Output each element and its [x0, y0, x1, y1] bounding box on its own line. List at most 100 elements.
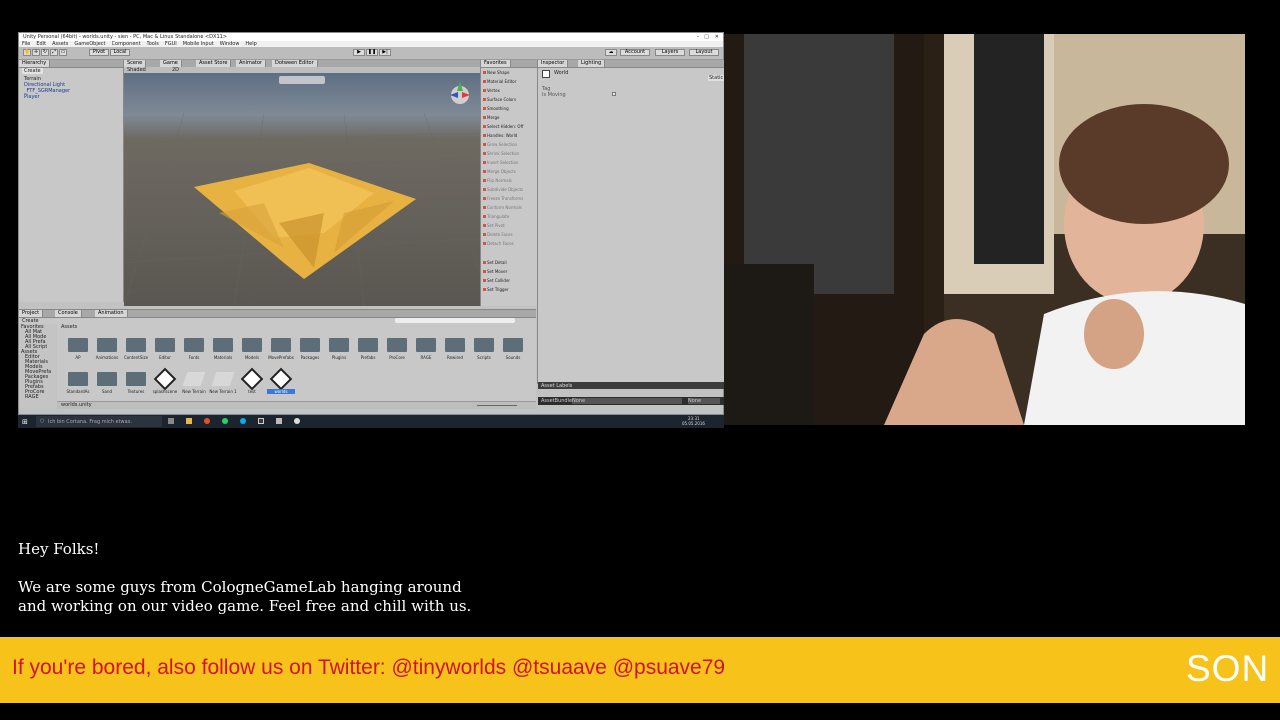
cloud-icon[interactable]: ☁	[605, 49, 617, 56]
is-moving-checkbox[interactable]	[612, 92, 616, 96]
unity-taskbar-icon[interactable]	[294, 418, 300, 424]
folder-icon[interactable]	[155, 338, 175, 352]
folder-icon[interactable]	[97, 372, 117, 386]
folder-icon[interactable]	[184, 338, 204, 352]
task-view-icon[interactable]	[168, 418, 174, 424]
unity-scene-icon[interactable]	[269, 367, 293, 391]
move-tool-icon[interactable]: ✛	[32, 49, 40, 56]
tab-asset-store[interactable]: Asset Store	[196, 60, 232, 67]
folder-icon[interactable]	[329, 338, 349, 352]
folder-icon[interactable]	[416, 338, 436, 352]
tool-item[interactable]: Set Trigger	[483, 286, 533, 294]
object-name[interactable]: World	[554, 70, 568, 76]
tab-game[interactable]: Game	[160, 60, 182, 67]
folder-icon[interactable]	[358, 338, 378, 352]
tool-item[interactable]: Smoothing	[483, 105, 533, 113]
tool-item[interactable]: Subdivide Objects	[483, 186, 533, 194]
clock-date[interactable]: 05.05.2016	[682, 421, 705, 426]
folder-icon[interactable]	[387, 338, 407, 352]
folder-icon[interactable]	[474, 338, 494, 352]
folder-icon[interactable]	[445, 338, 465, 352]
tab-animator[interactable]: Animator	[236, 60, 266, 67]
hierarchy-create-button[interactable]: Create	[22, 68, 43, 74]
static-checkbox[interactable]: Static	[708, 75, 725, 81]
step-button[interactable]: ▶|	[379, 49, 391, 56]
tab-favorites[interactable]: Favorites	[481, 60, 511, 67]
folder-icon[interactable]	[68, 338, 88, 352]
maximize-icon[interactable]: □	[704, 34, 709, 40]
tool-item[interactable]: Merge Objects	[483, 168, 533, 176]
layers-dropdown[interactable]: Layers	[655, 49, 685, 56]
tab-lighting[interactable]: Lighting	[578, 60, 606, 67]
unity-scene-icon[interactable]	[240, 367, 264, 391]
folder-icon[interactable]	[213, 338, 233, 352]
tab-scene[interactable]: Scene	[124, 60, 147, 67]
tree-item[interactable]: RAGE	[25, 394, 39, 400]
tool-item[interactable]: Flip Normals	[483, 177, 533, 185]
skype-icon[interactable]	[240, 418, 246, 424]
assetbundle-dropdown[interactable]: None	[572, 398, 682, 404]
app-icon[interactable]	[258, 418, 264, 424]
app-icon[interactable]	[276, 418, 282, 424]
unity-scene-icon[interactable]	[153, 367, 177, 391]
whatsapp-icon[interactable]	[222, 418, 228, 424]
terrain-asset-icon[interactable]	[182, 372, 206, 386]
tool-item[interactable]: Select Hidden: Off	[483, 123, 533, 131]
folder-icon[interactable]	[271, 338, 291, 352]
terrain-asset-icon[interactable]	[211, 372, 235, 386]
tool-item[interactable]: Grow Selection	[483, 141, 533, 149]
tool-item[interactable]: Triangulate	[483, 213, 533, 221]
project-search-input[interactable]	[395, 318, 515, 323]
windows-start-icon[interactable]: ⊞	[22, 418, 28, 426]
folder-icon[interactable]	[126, 372, 146, 386]
rect-tool-icon[interactable]: ▭	[59, 49, 67, 56]
hierarchy-item[interactable]: Player	[24, 94, 40, 100]
local-toggle[interactable]: Local	[110, 49, 130, 56]
file-explorer-icon[interactable]	[186, 418, 192, 424]
pause-button[interactable]: ❚❚	[366, 49, 378, 56]
folder-icon[interactable]	[300, 338, 320, 352]
scale-tool-icon[interactable]: ⤢	[50, 49, 58, 56]
tool-item[interactable]: Delete Faces	[483, 231, 533, 239]
tool-item[interactable]: New Shape	[483, 69, 533, 77]
tool-item[interactable]: Shrink Selection	[483, 150, 533, 158]
tab-inspector[interactable]: Inspector	[538, 60, 569, 67]
project-breadcrumb[interactable]: Assets	[61, 324, 77, 330]
scene-viewport[interactable]	[124, 73, 480, 306]
tool-item[interactable]: Freeze Transforms	[483, 195, 533, 203]
scene-view-tools[interactable]	[279, 76, 325, 84]
hand-tool-icon[interactable]: ✋	[23, 49, 31, 56]
tab-animation[interactable]: Animation	[95, 310, 128, 317]
cortana-search-box[interactable]: ○ Ich bin Cortana. Frag mich etwas.	[36, 416, 162, 427]
layout-dropdown[interactable]: Layout	[689, 49, 719, 56]
tool-item[interactable]: Set Pivot	[483, 222, 533, 230]
tool-item[interactable]: Invert Selection	[483, 159, 533, 167]
tool-item[interactable]: Conform Normals	[483, 204, 533, 212]
tool-item[interactable]: Handles: World	[483, 132, 533, 140]
tool-item[interactable]: Set Detail	[483, 259, 533, 267]
minimize-icon[interactable]: –	[697, 34, 700, 40]
assetbundle-variant-dropdown[interactable]: None	[688, 398, 720, 404]
folder-icon[interactable]	[503, 338, 523, 352]
chrome-icon[interactable]	[204, 418, 210, 424]
tab-project[interactable]: Project	[19, 310, 44, 317]
tool-item[interactable]: Merge	[483, 114, 533, 122]
tool-item[interactable]: Set Collider	[483, 277, 533, 285]
tool-item[interactable]: Set Mover	[483, 268, 533, 276]
play-button[interactable]: ▶	[353, 49, 365, 56]
folder-icon[interactable]	[97, 338, 117, 352]
tab-hierarchy[interactable]: Hierarchy	[19, 60, 51, 67]
tool-item[interactable]: Surface Colors	[483, 96, 533, 104]
account-dropdown[interactable]: Account	[620, 49, 650, 56]
close-icon[interactable]: ✕	[715, 34, 719, 40]
scene-gizmo[interactable]	[450, 81, 470, 104]
tab-console[interactable]: Console	[55, 310, 82, 317]
folder-icon[interactable]	[126, 338, 146, 352]
rotate-tool-icon[interactable]: ↻	[41, 49, 49, 56]
folder-icon[interactable]	[68, 372, 88, 386]
tool-item[interactable]: Detach Faces	[483, 240, 533, 248]
tool-item[interactable]: Material Editor	[483, 78, 533, 86]
folder-icon[interactable]	[242, 338, 262, 352]
pivot-toggle[interactable]: Pivot	[89, 49, 109, 56]
zoom-slider[interactable]	[477, 405, 517, 406]
